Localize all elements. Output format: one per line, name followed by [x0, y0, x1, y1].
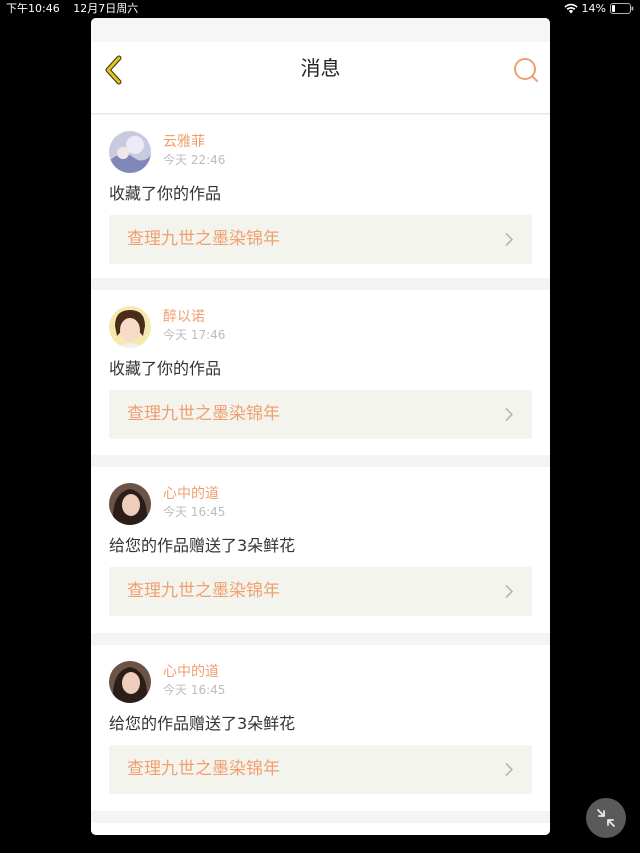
message-sheet: 消息 云雅菲 今天 22:46 收藏了你的作品 查理九世之墨染锦年 醉以诺 今天… — [91, 18, 550, 835]
avatar[interactable] — [109, 306, 151, 348]
work-title: 查理九世之墨染锦年 — [127, 404, 280, 424]
status-time: 下午10:46 — [6, 2, 60, 15]
chevron-right-icon — [505, 232, 514, 247]
work-title: 查理九世之墨染锦年 — [127, 759, 280, 779]
work-link[interactable]: 查理九世之墨染锦年 — [109, 215, 532, 264]
work-link[interactable]: 查理九世之墨染锦年 — [109, 745, 532, 794]
work-title: 查理九世之墨染锦年 — [127, 581, 280, 601]
message-card: 心中的道 今天 16:45 给您的作品赠送了3朵鲜花 查理九世之墨染锦年 — [91, 467, 550, 633]
message-text: 给您的作品赠送了3朵鲜花 — [109, 714, 296, 733]
card-divider — [91, 811, 550, 823]
work-link[interactable]: 查理九世之墨染锦年 — [109, 567, 532, 616]
username[interactable]: 心中的道 — [163, 485, 225, 503]
chevron-right-icon — [505, 584, 514, 599]
chevron-right-icon — [505, 407, 514, 422]
message-feed: 云雅菲 今天 22:46 收藏了你的作品 查理九世之墨染锦年 醉以诺 今天 17… — [91, 115, 550, 835]
status-bar: 下午10:46 12月7日周六 14% — [0, 0, 640, 17]
message-card: 云雅菲 今天 22:46 收藏了你的作品 查理九世之墨染锦年 — [91, 115, 550, 278]
message-text: 收藏了你的作品 — [109, 359, 222, 378]
message-text: 收藏了你的作品 — [109, 184, 222, 203]
timestamp: 今天 17:46 — [163, 328, 226, 342]
chevron-right-icon — [505, 762, 514, 777]
card-divider — [91, 633, 550, 645]
card-divider — [91, 455, 550, 467]
status-date: 12月7日周六 — [73, 2, 139, 15]
message-text: 给您的作品赠送了3朵鲜花 — [109, 536, 296, 555]
back-button[interactable] — [99, 54, 131, 86]
timestamp: 今天 22:46 — [163, 153, 226, 167]
username[interactable]: 云雅菲 — [163, 133, 225, 151]
work-title: 查理九世之墨染锦年 — [127, 229, 280, 249]
sheet-top — [91, 18, 550, 42]
avatar[interactable] — [109, 661, 151, 703]
message-card-partial — [91, 823, 550, 835]
work-link[interactable]: 查理九世之墨染锦年 — [109, 390, 532, 439]
avatar[interactable] — [109, 131, 151, 173]
avatar[interactable] — [109, 483, 151, 525]
wifi-icon — [563, 3, 578, 14]
battery-percent: 14% — [581, 2, 606, 15]
timestamp: 今天 16:45 — [163, 505, 226, 519]
card-divider — [91, 278, 550, 290]
battery-icon — [610, 3, 634, 14]
username[interactable]: 心中的道 — [163, 663, 225, 681]
page-title: 消息 — [300, 56, 341, 80]
search-button[interactable] — [512, 56, 540, 84]
nav-bar: 消息 — [91, 42, 550, 114]
message-card: 心中的道 今天 16:45 给您的作品赠送了3朵鲜花 查理九世之墨染锦年 — [91, 645, 550, 811]
username[interactable]: 醉以诺 — [163, 308, 225, 326]
timestamp: 今天 16:45 — [163, 683, 226, 697]
minimize-button[interactable] — [586, 798, 626, 838]
collapse-arrows-icon — [597, 809, 615, 827]
message-card: 醉以诺 今天 17:46 收藏了你的作品 查理九世之墨染锦年 — [91, 290, 550, 455]
